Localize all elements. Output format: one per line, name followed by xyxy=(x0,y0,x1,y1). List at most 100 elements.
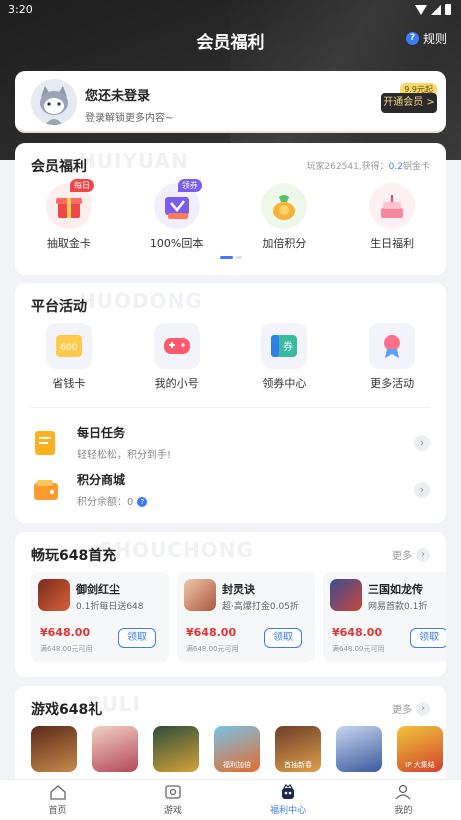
section-watermark: SHOUCHONG xyxy=(99,538,254,562)
status-time: 3:20 xyxy=(8,3,33,16)
section-watermark: HUIYUAN xyxy=(79,149,189,173)
game-thumbnail[interactable]: 福利加倍 xyxy=(214,726,260,772)
avatar[interactable] xyxy=(31,79,77,125)
svg-text:600: 600 xyxy=(60,343,77,353)
section-watermark: HUODONG xyxy=(79,289,203,313)
game-thumbnail xyxy=(330,579,362,611)
wifi-icon xyxy=(415,4,427,15)
game-price: ¥648.00 xyxy=(332,626,383,639)
activity-item-label: 领券中心 xyxy=(262,377,307,390)
tab-label: 福利中心 xyxy=(270,806,307,816)
member-item-draw-gold-card[interactable]: 每日 抽取金卡 xyxy=(15,179,123,251)
daily-tag: 每日 xyxy=(70,179,94,192)
tab-label: 首页 xyxy=(48,806,67,816)
tab-welfare[interactable]: 福利中心 xyxy=(231,780,346,820)
login-title: 您还未登录 xyxy=(85,89,151,104)
game-note: 满648.00元可用 xyxy=(332,645,385,653)
game-thumbnail[interactable] xyxy=(153,726,199,772)
task-subtitle: 轻轻松松，积分到手! xyxy=(77,450,172,461)
open-vip-button[interactable]: 开通会员 > xyxy=(381,93,437,113)
carousel-dots xyxy=(220,256,242,259)
rules-button[interactable]: ? 规则 xyxy=(405,30,447,47)
activity-item-label: 我的小号 xyxy=(154,377,199,390)
chevron-right-icon: › xyxy=(416,701,430,716)
rules-label: 规则 xyxy=(422,32,447,46)
chevron-right-icon[interactable]: › xyxy=(414,482,430,498)
game-note: 满648.00元可用 xyxy=(40,645,93,653)
tab-label: 游戏 xyxy=(163,806,182,816)
activity-item-coupon-center[interactable]: 券 领券中心 xyxy=(231,323,339,391)
more-button[interactable]: 更多 › xyxy=(392,701,430,716)
ribbon-icon xyxy=(369,323,416,369)
save-card-icon: 600 xyxy=(45,323,92,369)
play648-card: SHOUCHONG 畅玩648首充 更多 › 御剑红尘 0.1折每日送648 ¥6… xyxy=(15,532,446,677)
section-title: 游戏648礼 xyxy=(31,702,103,718)
profile-icon xyxy=(395,784,411,800)
claim-button[interactable]: 领取 xyxy=(264,628,302,648)
tab-home[interactable]: 首页 xyxy=(0,780,115,820)
gift-game-row: 福利加倍 首抽新春 IP 大集结 xyxy=(31,726,443,772)
member-meta: 玩家262541,获得：0.2钥金卡 xyxy=(306,162,430,172)
coin-bag-icon xyxy=(261,183,308,229)
activity-item-my-accounts[interactable]: 我的小号 xyxy=(123,323,231,391)
points-mall-row[interactable]: 积分商城 积分余额：0? › xyxy=(31,469,430,513)
wallet-icon xyxy=(31,475,61,505)
info-icon[interactable]: ? xyxy=(137,497,148,507)
tab-label: 我的 xyxy=(394,806,413,816)
page-title: 会员福利 xyxy=(196,33,265,53)
game-thumbnail[interactable] xyxy=(92,726,138,772)
section-title: 平台活动 xyxy=(31,299,87,315)
activity-item-label: 省钱卡 xyxy=(52,377,86,390)
gamepad-icon xyxy=(153,323,200,369)
home-icon xyxy=(49,785,66,800)
title-bar: 会员福利 ? 规则 xyxy=(0,24,461,54)
game-thumbnail[interactable]: 首抽新春 xyxy=(275,726,321,772)
game-name: 三国如龙传 xyxy=(368,583,423,596)
game-coupon-card[interactable]: 封灵诀 超·高爆打金0.05折 ¥648.00 满648.00元可用 领取 xyxy=(177,572,315,662)
more-button[interactable]: 更多 › xyxy=(392,547,430,562)
battery-icon xyxy=(445,4,451,15)
game-thumbnail[interactable] xyxy=(31,726,77,772)
carousel-dot xyxy=(220,256,233,259)
chevron-right-icon[interactable]: › xyxy=(414,435,430,451)
status-icons xyxy=(415,4,451,15)
member-benefits-card: HUIYUAN 会员福利 玩家262541,获得：0.2钥金卡 每日 抽取金卡 … xyxy=(15,143,446,275)
activity-item-more[interactable]: 更多活动 xyxy=(338,323,446,391)
activity-grid: 600 省钱卡 我的小号 券 领券中心 更多活动 xyxy=(15,323,446,391)
svg-text:券: 券 xyxy=(283,340,293,353)
status-bar: 3:20 xyxy=(0,0,461,22)
activity-item-save-card[interactable]: 600 省钱卡 xyxy=(15,323,123,391)
claim-button[interactable]: 领取 xyxy=(410,628,446,648)
vip-promo[interactable]: 9.9元起 开通会员 > xyxy=(381,83,437,113)
coupon-tag: 领券 xyxy=(177,179,202,192)
game-icon xyxy=(165,785,181,799)
game-price: ¥648.00 xyxy=(186,626,237,639)
game-thumbnail[interactable]: IP 大集结 xyxy=(397,726,443,772)
bottom-tab-bar: 首页 游戏 福利中心 我的 xyxy=(0,779,461,820)
game-desc: 网易首款0.1折 xyxy=(368,602,428,612)
coupon-icon: 券 xyxy=(261,323,308,369)
activity-item-label: 更多活动 xyxy=(370,377,415,390)
welfare-icon xyxy=(282,784,295,799)
platform-activity-card: HUODONG 平台活动 600 省钱卡 我的小号 券 领券中心 更多活动 每日… xyxy=(15,283,446,523)
divider xyxy=(31,407,430,408)
member-item-label: 生日福利 xyxy=(370,237,415,250)
claim-button[interactable]: 领取 xyxy=(118,628,156,648)
member-item-label: 抽取金卡 xyxy=(46,237,91,250)
chevron-right-icon: › xyxy=(416,547,430,562)
section-title: 会员福利 xyxy=(31,159,87,175)
daily-task-row[interactable]: 每日任务 轻轻松松，积分到手! › xyxy=(31,422,430,466)
game-coupon-card[interactable]: 三国如龙传 网易首款0.1折 ¥648.00 满648.00元可用 领取 xyxy=(323,572,446,662)
game-desc: 0.1折每日送648 xyxy=(76,602,144,612)
task-title: 积分商城 xyxy=(77,473,126,487)
game-coupon-card[interactable]: 御剑红尘 0.1折每日送648 ¥648.00 满648.00元可用 领取 xyxy=(31,572,169,662)
member-item-full-refund[interactable]: 领券 100%回本 xyxy=(123,179,231,251)
game-name: 封灵诀 xyxy=(222,583,255,596)
tab-profile[interactable]: 我的 xyxy=(346,780,461,820)
tab-games[interactable]: 游戏 xyxy=(115,780,230,820)
login-card[interactable]: 您还未登录 登录解锁更多内容~ 9.9元起 开通会员 > xyxy=(15,71,446,133)
game-thumbnail[interactable] xyxy=(336,726,382,772)
member-item-double-points[interactable]: 加倍积分 xyxy=(231,183,339,251)
task-title: 每日任务 xyxy=(77,426,126,440)
member-item-birthday[interactable]: 生日福利 xyxy=(338,183,446,251)
